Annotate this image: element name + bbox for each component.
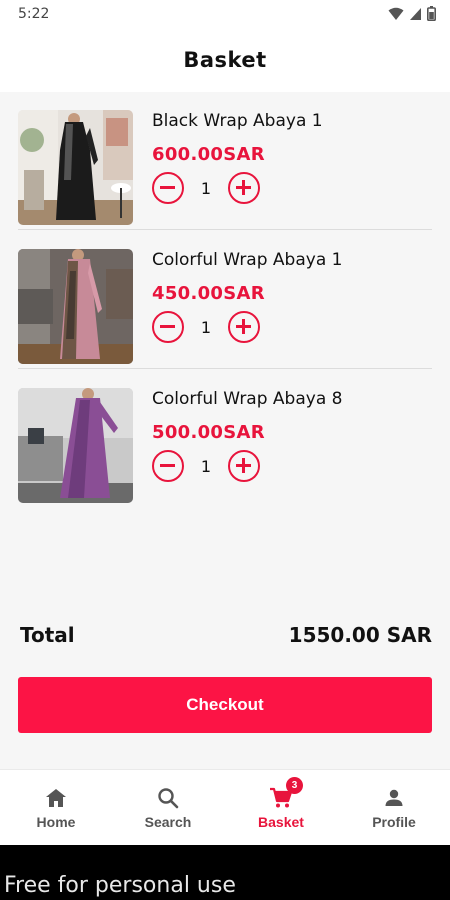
increase-quantity-button[interactable] bbox=[228, 172, 260, 204]
signal-icon bbox=[410, 7, 421, 20]
bottom-nav: Home Search 3 Basket Profile bbox=[0, 769, 450, 845]
total-label: Total bbox=[20, 623, 75, 647]
product-image[interactable] bbox=[18, 388, 133, 503]
nav-item-basket[interactable]: 3 Basket bbox=[225, 770, 337, 846]
basket-item: Black Wrap Abaya 1 600.00SAR 1 bbox=[18, 92, 432, 230]
item-name: Black Wrap Abaya 1 bbox=[152, 111, 323, 131]
quantity-value: 1 bbox=[200, 318, 212, 337]
checkout-button[interactable]: Checkout bbox=[18, 677, 432, 733]
quantity-stepper: 1 bbox=[152, 172, 262, 206]
total-value: 1550.00 SAR bbox=[288, 623, 432, 647]
quantity-value: 1 bbox=[200, 457, 212, 476]
status-bar: 5:22 bbox=[0, 0, 450, 28]
nav-label-profile: Profile bbox=[372, 814, 416, 830]
decrease-quantity-button[interactable] bbox=[152, 450, 184, 482]
status-time: 5:22 bbox=[18, 6, 50, 22]
home-icon bbox=[46, 789, 66, 807]
app-header: Basket bbox=[0, 28, 450, 92]
increase-quantity-button[interactable] bbox=[228, 311, 260, 343]
increase-quantity-button[interactable] bbox=[228, 450, 260, 482]
quantity-stepper: 1 bbox=[152, 311, 262, 345]
item-price: 450.00SAR bbox=[152, 283, 265, 304]
nav-item-search[interactable]: Search bbox=[112, 770, 224, 846]
watermark-text: Free for personal use bbox=[4, 873, 236, 898]
nav-item-home[interactable]: Home bbox=[0, 770, 112, 846]
quantity-value: 1 bbox=[200, 179, 212, 198]
page-title: Basket bbox=[183, 48, 267, 72]
basket-content: Black Wrap Abaya 1 600.00SAR 1 Colorful … bbox=[0, 92, 450, 769]
cart-count-badge: 3 bbox=[286, 777, 303, 794]
quantity-stepper: 1 bbox=[152, 450, 262, 484]
battery-icon bbox=[427, 6, 436, 21]
item-price: 500.00SAR bbox=[152, 422, 265, 443]
status-icons bbox=[388, 6, 436, 21]
nav-label-basket: Basket bbox=[258, 814, 304, 830]
watermark-bar: Free for personal use bbox=[0, 845, 450, 900]
nav-item-profile[interactable]: Profile bbox=[338, 770, 450, 846]
decrease-quantity-button[interactable] bbox=[152, 172, 184, 204]
product-image[interactable] bbox=[18, 249, 133, 364]
decrease-quantity-button[interactable] bbox=[152, 311, 184, 343]
divider bbox=[18, 368, 432, 369]
basket-item: Colorful Wrap Abaya 1 450.00SAR 1 bbox=[18, 231, 432, 369]
nav-label-search: Search bbox=[144, 814, 192, 830]
item-name: Colorful Wrap Abaya 8 bbox=[152, 389, 343, 409]
basket-item: Colorful Wrap Abaya 8 500.00SAR 1 bbox=[18, 370, 432, 508]
product-image[interactable] bbox=[18, 110, 133, 225]
nav-label-home: Home bbox=[36, 814, 76, 830]
item-price: 600.00SAR bbox=[152, 144, 265, 165]
wifi-icon bbox=[388, 7, 404, 20]
divider bbox=[18, 229, 432, 230]
person-icon bbox=[385, 789, 403, 806]
item-name: Colorful Wrap Abaya 1 bbox=[152, 250, 343, 270]
search-icon bbox=[158, 788, 179, 809]
